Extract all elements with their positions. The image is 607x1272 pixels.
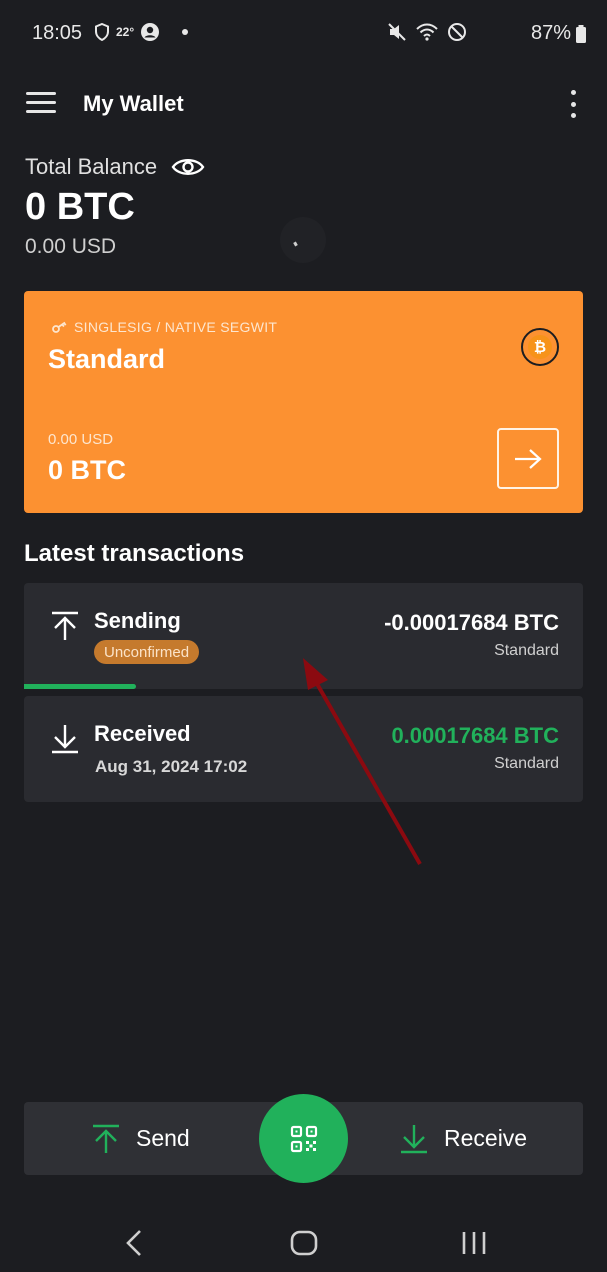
transaction-amount: 0.00017684 BTC xyxy=(391,723,559,748)
battery-percent: 87% xyxy=(530,22,571,44)
receive-arrow-icon xyxy=(401,1124,427,1153)
send-arrow-icon xyxy=(93,1124,119,1153)
bitcoin-icon: ₿ xyxy=(521,328,559,366)
wallet-name: Standard xyxy=(48,344,166,374)
notification-dot xyxy=(182,29,189,35)
transaction-amount: -0.00017684 BTC xyxy=(384,610,559,635)
status-left-icons: 22° xyxy=(94,22,189,42)
shield-icon xyxy=(95,23,109,41)
system-nav-bar xyxy=(0,1212,607,1272)
transaction-wallet: Standard xyxy=(494,755,559,772)
mute-icon xyxy=(388,23,406,41)
transaction-wallet: Standard xyxy=(494,642,559,659)
transaction-date: Aug 31, 2024 17:02 xyxy=(95,757,248,776)
transaction-row-sending[interactable]: Sending Unconfirmed -0.00017684 BTC Stan… xyxy=(24,583,583,689)
home-icon[interactable] xyxy=(290,1228,318,1258)
wallet-type: SINGLESIG / NATIVE SEGWIT xyxy=(52,319,277,335)
hamburger-menu-icon[interactable] xyxy=(26,92,56,116)
send-button[interactable]: Send xyxy=(92,1102,190,1175)
wifi-icon xyxy=(416,23,438,41)
status-right-icons xyxy=(387,22,467,42)
eye-icon[interactable] xyxy=(171,156,205,178)
upload-arrow-icon xyxy=(52,611,78,640)
balance-label: Total Balance xyxy=(25,154,158,179)
status-bar: 18:05 22° 87% xyxy=(0,0,607,68)
loading-spinner xyxy=(280,217,326,263)
status-temperature: 22° xyxy=(116,25,135,39)
receive-label: Receive xyxy=(444,1125,528,1151)
balance-usd: 0.00 USD xyxy=(25,235,117,258)
arrow-right-icon xyxy=(515,448,542,469)
status-battery: 87% xyxy=(531,22,587,45)
qr-code-icon xyxy=(290,1125,317,1152)
app-bar: My Wallet xyxy=(0,78,607,130)
send-label: Send xyxy=(136,1125,190,1151)
balance-btc: 0 BTC xyxy=(25,186,135,228)
more-vertical-icon[interactable] xyxy=(567,90,579,118)
recent-apps-icon[interactable] xyxy=(460,1228,488,1258)
wallet-type-label: SINGLESIG / NATIVE SEGWIT xyxy=(74,319,278,335)
transaction-title: Received xyxy=(94,721,191,746)
back-icon[interactable] xyxy=(124,1228,144,1258)
receive-button[interactable]: Receive xyxy=(400,1102,527,1175)
transaction-row-received[interactable]: Received Aug 31, 2024 17:02 0.00017684 B… xyxy=(24,696,583,802)
total-balance: Total Balance 0 BTC 0.00 USD xyxy=(25,154,205,259)
wallet-card[interactable]: SINGLESIG / NATIVE SEGWIT Standard ₿ 0.0… xyxy=(24,291,583,513)
account-icon xyxy=(141,23,160,41)
confirmation-progress xyxy=(24,684,136,689)
transactions-title: Latest transactions xyxy=(24,540,245,567)
qr-scan-button[interactable] xyxy=(259,1094,348,1183)
do-not-disturb-icon xyxy=(448,23,466,41)
status-time: 18:05 xyxy=(32,22,83,44)
wallet-usd: 0.00 USD xyxy=(48,431,114,448)
wallet-btc: 0 BTC xyxy=(48,455,127,485)
status-badge: Unconfirmed xyxy=(94,640,200,664)
key-icon xyxy=(52,321,67,333)
open-wallet-button[interactable] xyxy=(497,428,559,489)
download-arrow-icon xyxy=(52,725,78,754)
battery-icon xyxy=(576,24,586,43)
transaction-title: Sending xyxy=(94,608,181,633)
page-title: My Wallet xyxy=(83,91,184,116)
